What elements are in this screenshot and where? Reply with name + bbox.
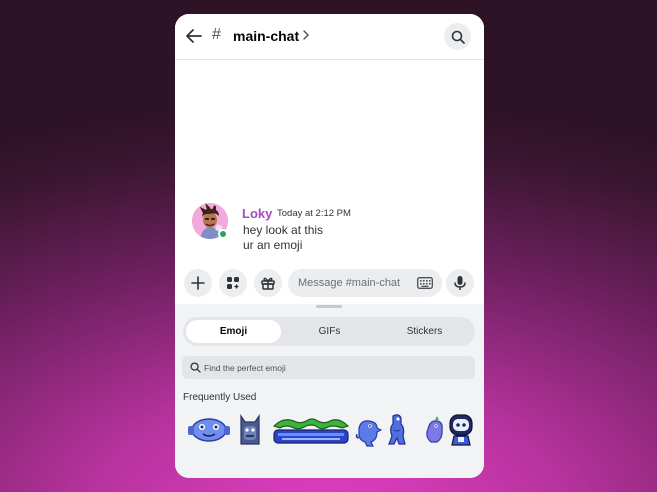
keyboard-icon[interactable] [417,277,433,289]
channel-hash-icon: # [212,26,221,43]
search-icon [190,362,201,373]
purple-dino-emoji[interactable] [423,412,445,448]
apps-icon [227,277,239,289]
gift-button[interactable] [254,269,282,297]
blue-creature-emoji[interactable] [237,412,263,448]
channel-header: # main-chat [175,14,484,60]
message-list: Loky Today at 2:12 PM hey look at this u… [175,61,484,262]
voice-message-button[interactable] [446,269,474,297]
message-timestamp: Today at 2:12 PM [277,208,351,219]
section-title-frequently-used: Frequently Used [183,392,257,403]
plus-icon [191,276,205,290]
tab-stickers[interactable]: Stickers [377,320,472,343]
emoji-grid [175,412,484,448]
tab-gifs[interactable]: GIFs [282,320,377,343]
microphone-icon [454,276,466,290]
robot-hero-emoji[interactable] [446,412,476,448]
channel-name[interactable]: main-chat [233,28,299,44]
picker-tabs: Emoji GIFs Stickers [183,317,475,346]
apps-button[interactable] [219,269,247,297]
green-frog-eyes-emoji[interactable] [272,412,350,448]
online-status-dot [218,229,228,239]
arrow-left-icon[interactable] [185,27,203,45]
drawer-handle[interactable] [316,305,342,308]
search-button[interactable] [444,23,471,50]
emoji-search-input[interactable] [204,356,464,379]
blue-dino-emoji[interactable] [355,412,383,448]
message-text-line: ur an emoji [243,238,303,252]
message-text-line: hey look at this [243,223,324,237]
add-attachment-button[interactable] [184,269,212,297]
phone-frame: # main-chat Loky Today at 2:12 PM hey lo… [175,14,484,478]
emoji-picker: Emoji GIFs Stickers Frequently Used [175,304,484,478]
search-icon [451,30,465,44]
tab-emoji[interactable]: Emoji [186,320,281,343]
message-composer [175,262,484,304]
emoji-search-bar [182,356,475,379]
gift-icon [261,277,275,290]
blue-dino-standing-emoji[interactable] [385,412,409,448]
message-username[interactable]: Loky [242,206,272,221]
chevron-right-icon[interactable] [302,30,310,40]
blue-robot-face-emoji[interactable] [187,412,231,448]
